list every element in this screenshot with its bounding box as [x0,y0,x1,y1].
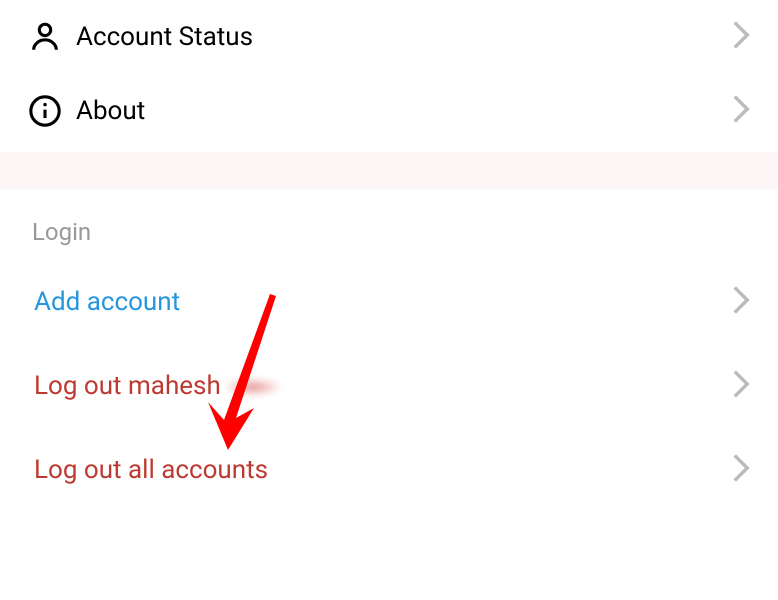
chevron-right-icon [732,370,750,402]
menu-item-label: Account Status [76,22,732,52]
login-item-log-out-user[interactable]: Log out mahesh [0,344,778,428]
menu-item-account-status[interactable]: Account Status [0,0,778,74]
redacted-username [223,377,283,397]
login-item-label: Log out all accounts [34,455,732,485]
chevron-right-icon [732,454,750,486]
person-icon [28,20,76,54]
login-item-label: Log out mahesh [34,371,732,401]
chevron-right-icon [732,95,750,127]
login-item-log-out-all[interactable]: Log out all accounts [0,428,778,512]
login-item-add-account[interactable]: Add account [0,260,778,344]
menu-item-about[interactable]: About [0,74,778,148]
section-divider [0,152,778,190]
info-icon [28,94,76,128]
login-item-label: Add account [34,287,732,317]
chevron-right-icon [732,21,750,53]
menu-item-label: About [76,96,732,126]
login-section-header: Login [0,190,778,260]
chevron-right-icon [732,286,750,318]
